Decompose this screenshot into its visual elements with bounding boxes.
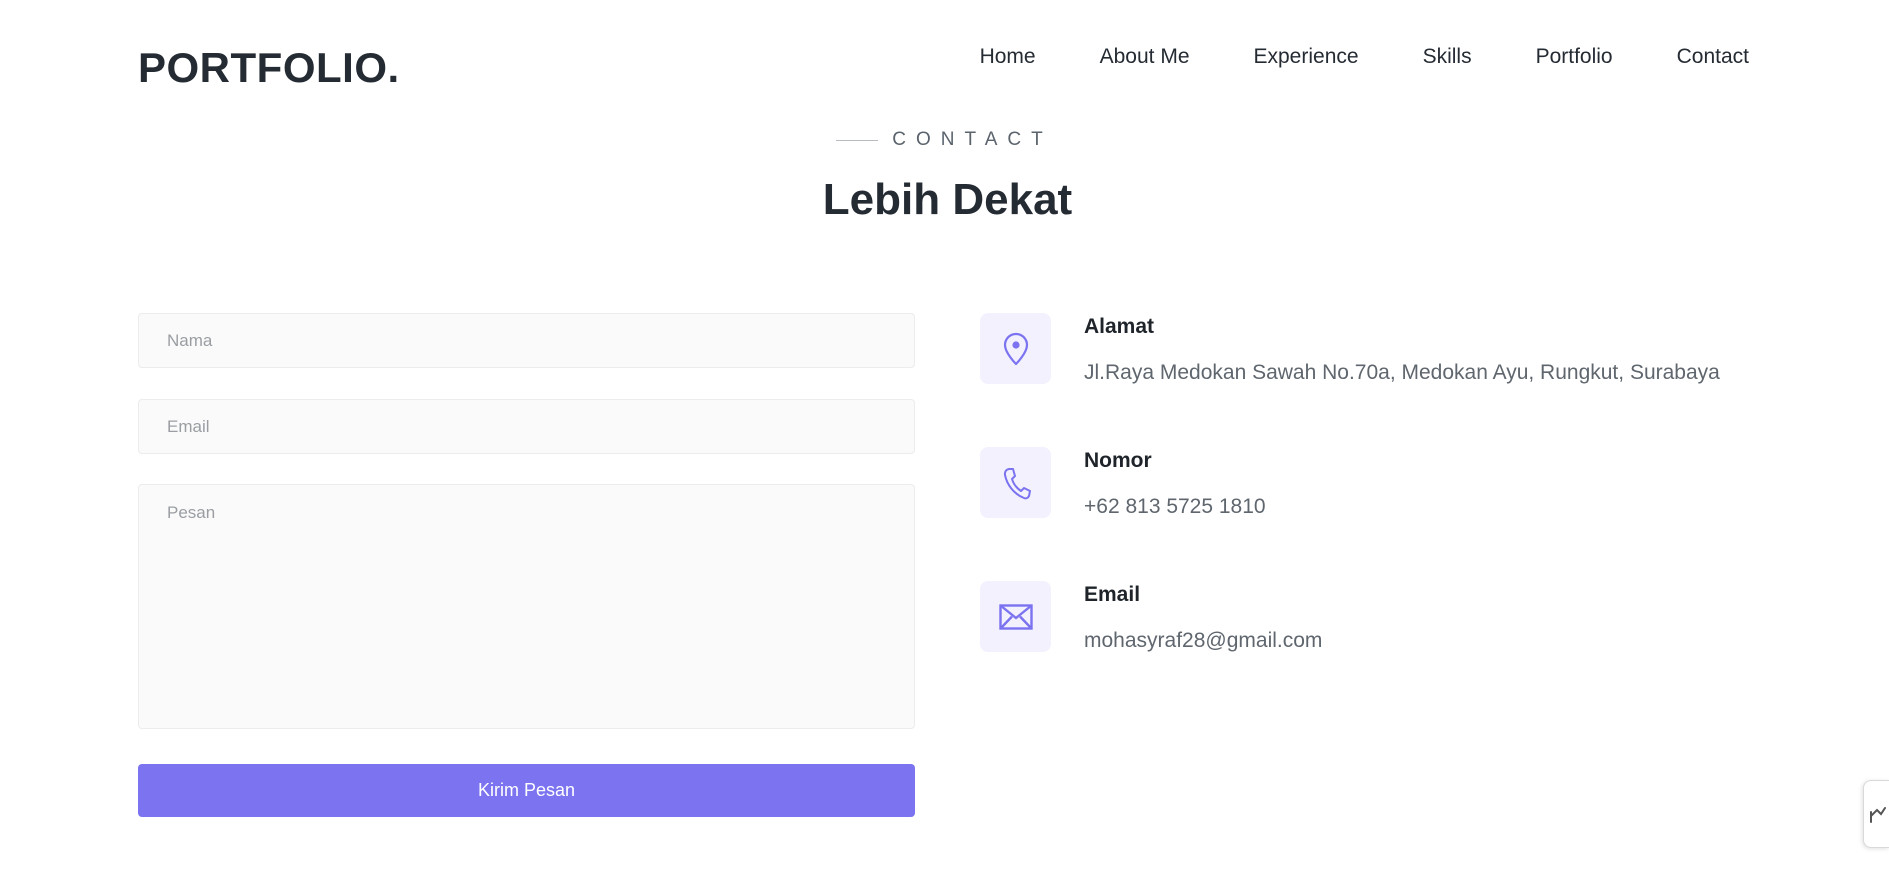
- address-icon-box: [980, 313, 1051, 384]
- email-input[interactable]: [138, 399, 915, 454]
- message-textarea[interactable]: [138, 484, 915, 729]
- send-message-button[interactable]: Kirim Pesan: [138, 764, 915, 817]
- phone-title: Nomor: [1084, 449, 1152, 472]
- address-value: Jl.Raya Medokan Sawah No.70a, Medokan Ay…: [1084, 361, 1720, 384]
- section-eyebrow-label: CONTACT: [892, 129, 1053, 150]
- email-value[interactable]: mohasyraf28@gmail.com: [1084, 629, 1322, 653]
- phone-icon: [1003, 467, 1031, 499]
- eyebrow-divider: [836, 139, 879, 141]
- nav-item-portfolio[interactable]: Portfolio: [1536, 44, 1613, 70]
- address-title: Alamat: [1084, 315, 1155, 338]
- map-pin-icon: [1003, 332, 1028, 365]
- nav-item-skills[interactable]: Skills: [1423, 44, 1472, 70]
- email-icon-box: [980, 581, 1051, 652]
- section-title: Lebih Dekat: [822, 175, 1073, 224]
- name-input[interactable]: [138, 313, 915, 368]
- floating-widget-tab[interactable]: [1863, 780, 1889, 848]
- site-logo[interactable]: PORTFOLIO.: [138, 44, 400, 92]
- widget-icon: [1869, 807, 1886, 823]
- phone-value: +62 813 5725 1810: [1084, 495, 1266, 518]
- section-eyebrow: CONTACT: [0, 129, 1889, 151]
- page: PORTFOLIO. Home About Me Experience Skil…: [0, 0, 1889, 873]
- nav-item-home[interactable]: Home: [980, 44, 1036, 70]
- nav-item-contact[interactable]: Contact: [1677, 44, 1749, 70]
- phone-icon-box: [980, 447, 1051, 518]
- nav-item-experience[interactable]: Experience: [1254, 44, 1359, 70]
- envelope-icon: [998, 603, 1033, 630]
- main-nav: Home About Me Experience Skills Portfoli…: [980, 44, 1749, 70]
- email-title: Email: [1084, 583, 1141, 606]
- nav-item-about-me[interactable]: About Me: [1100, 44, 1190, 70]
